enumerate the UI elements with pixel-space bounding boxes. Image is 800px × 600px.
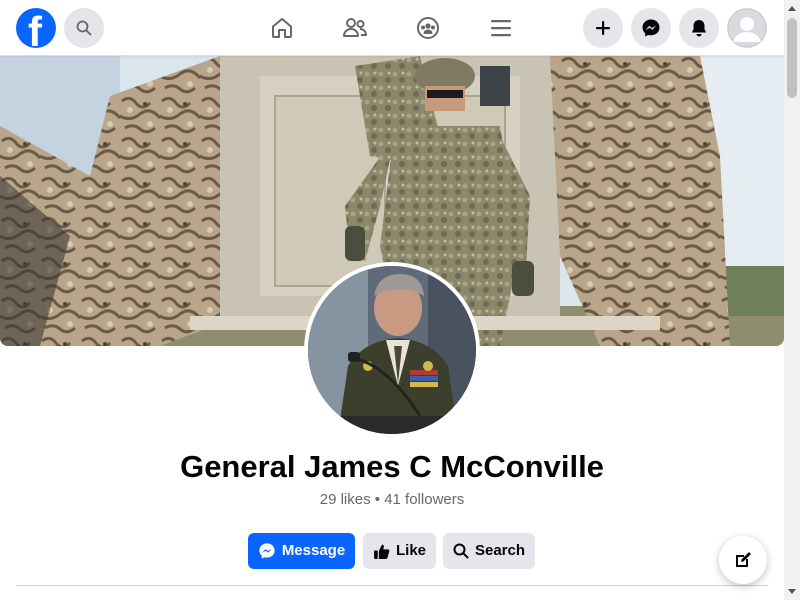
facebook-logo-glyph: f xyxy=(28,8,42,49)
groups-icon xyxy=(417,17,439,39)
search-icon xyxy=(76,20,92,36)
create-button[interactable] xyxy=(583,8,623,48)
messenger-button[interactable] xyxy=(631,8,671,48)
nav-menu[interactable] xyxy=(481,8,521,48)
bell-icon xyxy=(691,20,707,37)
facebook-logo-icon[interactable]: f xyxy=(16,8,56,48)
avatar-icon xyxy=(727,8,767,48)
scroll-down-arrow[interactable] xyxy=(784,584,800,600)
messenger-icon xyxy=(259,543,275,559)
section-divider xyxy=(16,585,768,586)
nav-friends[interactable] xyxy=(335,8,375,48)
search-button[interactable] xyxy=(64,8,104,48)
friends-icon xyxy=(343,18,367,37)
home-icon xyxy=(272,18,292,38)
compose-icon xyxy=(736,552,751,567)
notifications-button[interactable] xyxy=(679,8,719,48)
page-scrollbar[interactable] xyxy=(784,0,800,600)
menu-icon xyxy=(491,20,511,37)
caret-down-icon xyxy=(788,589,796,594)
top-navigation-bar: f xyxy=(0,0,784,56)
scroll-up-arrow[interactable] xyxy=(784,0,800,16)
profile-picture-frame xyxy=(304,262,480,438)
new-message-button[interactable] xyxy=(719,536,767,584)
search-page-button[interactable]: Search xyxy=(443,533,535,569)
page-title: General James C McConville xyxy=(180,449,604,484)
nav-groups[interactable] xyxy=(408,8,448,48)
profile-picture[interactable] xyxy=(308,266,476,434)
message-button-label: Message xyxy=(281,542,346,559)
thumbs-up-icon xyxy=(374,544,390,559)
profile-stats[interactable]: 29 likes • 41 followers xyxy=(0,490,784,510)
nav-home[interactable] xyxy=(262,8,302,48)
like-button[interactable]: Like xyxy=(363,533,436,569)
caret-up-icon xyxy=(788,6,796,11)
scroll-thumb[interactable] xyxy=(787,18,797,98)
plus-icon xyxy=(596,21,610,35)
messenger-icon xyxy=(642,19,660,37)
profile-picture-illustration xyxy=(308,266,476,434)
search-button-label: Search xyxy=(474,542,526,559)
search-icon xyxy=(453,543,469,559)
like-button-label: Like xyxy=(395,542,426,559)
account-avatar[interactable] xyxy=(727,8,767,48)
message-button[interactable]: Message xyxy=(248,533,355,569)
